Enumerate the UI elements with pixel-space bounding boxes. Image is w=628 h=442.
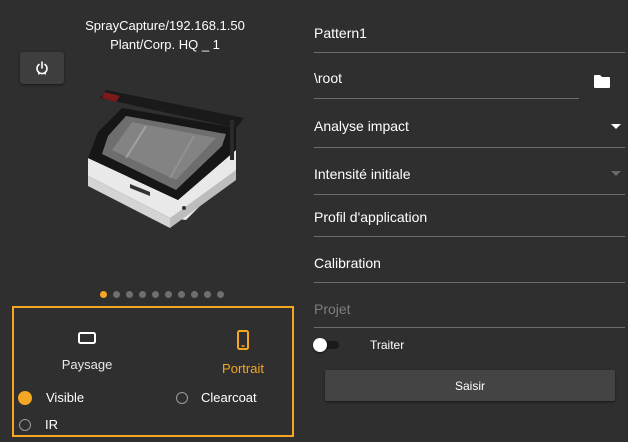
submit-button[interactable]: Saisir <box>325 370 615 401</box>
intensity-select-value: Intensité initiale <box>314 166 411 182</box>
orientation-portrait-label: Portrait <box>222 361 264 376</box>
device-name: SprayCapture/192.168.1.50 <box>85 18 245 33</box>
path-field[interactable]: \root <box>314 62 579 99</box>
path-value: \root <box>314 70 343 86</box>
power-icon <box>36 61 48 75</box>
process-toggle-label: Traiter <box>370 338 405 352</box>
radio-visible-label: Visible <box>46 390 85 405</box>
process-toggle[interactable] <box>313 338 341 352</box>
carousel-dot[interactable] <box>113 291 120 298</box>
radio-ir-indicator <box>19 418 31 431</box>
project-placeholder: Projet <box>314 301 351 317</box>
radio-clearcoat-indicator <box>176 391 188 404</box>
radio-ir-label: IR <box>45 417 58 432</box>
project-field[interactable]: Projet <box>314 294 625 328</box>
carousel-dot[interactable] <box>165 291 172 298</box>
carousel-dot[interactable] <box>152 291 159 298</box>
analysis-select[interactable]: Analyse impact <box>314 110 625 148</box>
capture-options-panel: Paysage Portrait Visible Clearcoat IR <box>12 306 294 437</box>
carousel-dot[interactable] <box>178 291 185 298</box>
intensity-select[interactable]: Intensité initiale <box>314 159 625 195</box>
carousel-dot[interactable] <box>204 291 211 298</box>
device-location: Plant/Corp. HQ _ 1 <box>110 37 220 52</box>
profile-field[interactable]: Profil d'application <box>314 202 625 237</box>
profile-label: Profil d'application <box>314 209 428 225</box>
portrait-icon <box>237 330 249 350</box>
carousel-dot[interactable] <box>100 291 107 298</box>
folder-icon[interactable] <box>593 73 611 89</box>
calibration-label: Calibration <box>314 255 381 271</box>
pattern-value: Pattern1 <box>314 25 367 41</box>
carousel-dot[interactable] <box>126 291 133 298</box>
carousel-pagination <box>100 291 224 298</box>
calibration-field[interactable]: Calibration <box>314 248 625 283</box>
radio-clearcoat[interactable]: Clearcoat <box>176 390 257 405</box>
power-button[interactable] <box>20 52 64 84</box>
carousel-dot[interactable] <box>191 291 198 298</box>
chevron-down-icon <box>611 124 621 129</box>
radio-ir[interactable]: IR <box>19 417 58 432</box>
chevron-down-icon <box>611 171 621 176</box>
orientation-landscape[interactable]: Paysage <box>42 330 132 372</box>
landscape-icon <box>78 332 96 344</box>
analysis-select-value: Analyse impact <box>314 118 409 134</box>
submit-button-label: Saisir <box>454 378 485 393</box>
orientation-landscape-label: Paysage <box>61 357 113 372</box>
carousel-dot[interactable] <box>139 291 146 298</box>
process-toggle-knob <box>313 338 327 352</box>
carousel-dot[interactable] <box>217 291 224 298</box>
radio-visible[interactable]: Visible <box>18 390 84 405</box>
orientation-portrait[interactable]: Portrait <box>198 330 288 376</box>
radio-visible-indicator <box>18 390 32 405</box>
device-image <box>88 90 244 228</box>
pattern-field[interactable]: Pattern1 <box>314 18 625 53</box>
radio-clearcoat-label: Clearcoat <box>201 390 257 405</box>
